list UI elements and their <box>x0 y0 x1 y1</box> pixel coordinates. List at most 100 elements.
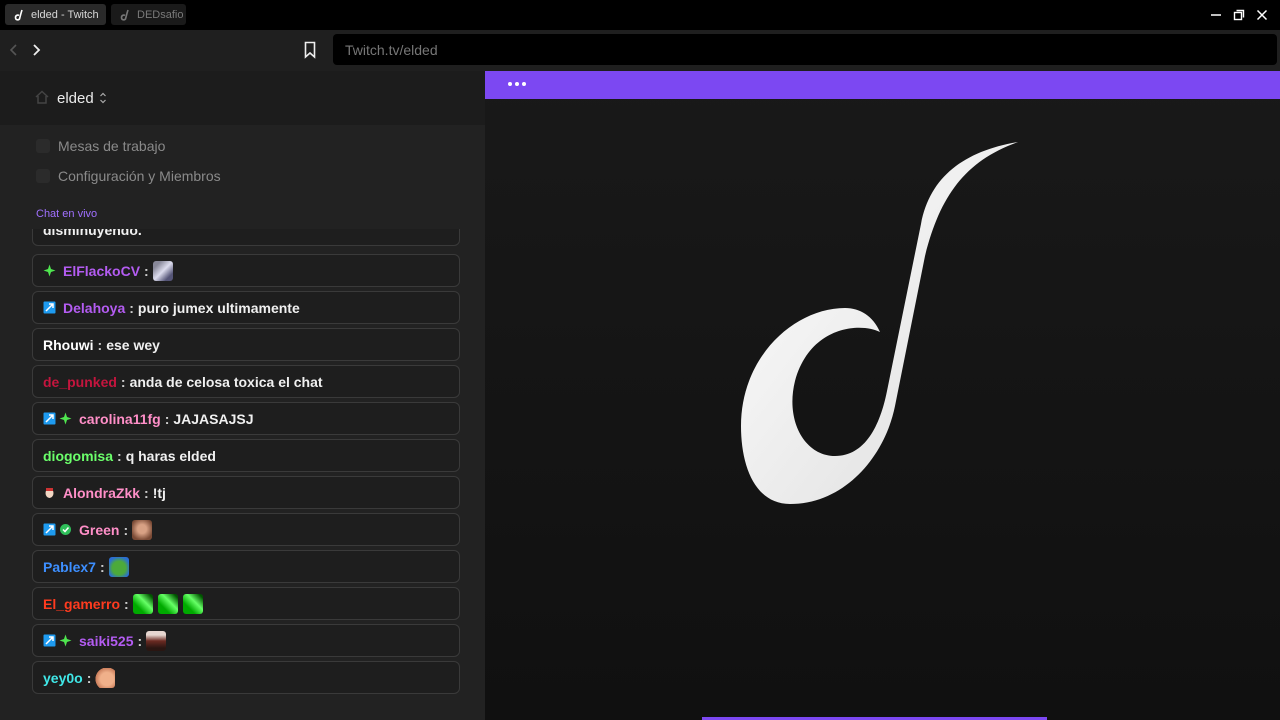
workspace-icon <box>36 139 50 153</box>
emote-hand <box>95 667 116 688</box>
chat-username[interactable]: AlondraZkk <box>63 485 140 501</box>
chat-username[interactable]: yey0o <box>43 670 83 686</box>
badges <box>43 523 75 536</box>
address-bar[interactable]: Twitch.tv/elded <box>333 34 1277 65</box>
navigation-bar: Twitch.tv/elded <box>0 30 1280 71</box>
elded-logo-icon <box>120 9 129 21</box>
chat-message: Rhouwi : ese wey <box>32 328 460 361</box>
elded-logo <box>741 142 1018 504</box>
chat-separator: : <box>144 262 149 279</box>
chat-username[interactable]: Pablex7 <box>43 559 96 575</box>
emote-figure <box>152 260 173 281</box>
chat-text: JAJASAJSJ <box>173 410 254 427</box>
chat-list[interactable]: disminuyendo. ElFlackoCV : Delahoya : pu… <box>32 229 460 699</box>
chat-message: de_punked : anda de celosa toxica el cha… <box>32 365 460 398</box>
sidebar: elded Mesas de trabajo Configuración y M… <box>0 71 485 720</box>
emote-pepe <box>108 556 129 577</box>
chat-text: ese wey <box>106 336 160 353</box>
player-top-bar <box>485 71 1280 99</box>
badges <box>43 486 59 499</box>
chat-username[interactable]: saiki525 <box>79 633 134 649</box>
prime-badge-icon <box>43 634 56 647</box>
chat-message: carolina11fg : JAJASAJSJ <box>32 402 460 435</box>
back-button[interactable] <box>4 40 24 60</box>
emote-green <box>182 593 203 614</box>
chevron-right-icon <box>33 44 41 56</box>
minimize-button[interactable] <box>1206 5 1226 25</box>
cup-badge-icon <box>45 488 54 498</box>
close-button[interactable] <box>1252 5 1272 25</box>
menu-item-mesas[interactable]: Mesas de trabajo <box>36 135 165 157</box>
chat-heading: Chat en vivo <box>36 208 98 220</box>
chat-message: disminuyendo. <box>32 229 460 246</box>
emote-photo <box>146 630 167 651</box>
title-bar: elded - Twitch DEDsafio <box>0 0 1280 30</box>
chat-username[interactable]: Green <box>79 522 119 538</box>
home-icon[interactable] <box>34 89 50 105</box>
tab-label: DEDsafio <box>137 8 184 21</box>
elded-logo-icon <box>14 9 23 21</box>
chat-text: puro jumex ultimamente <box>137 299 300 316</box>
chat-username[interactable]: Rhouwi <box>43 337 94 353</box>
prime-badge-icon <box>43 412 56 425</box>
chat-separator: : <box>99 558 105 575</box>
chat-separator: : <box>129 299 134 316</box>
tab-label: elded - Twitch <box>31 8 99 21</box>
chat-text: disminuyendo. <box>43 229 142 238</box>
sparkle-badge-icon <box>59 634 72 647</box>
chat-separator: : <box>144 484 149 501</box>
chat-message: El_gamerro : <box>32 587 460 620</box>
chat-username[interactable]: Delahoya <box>63 300 125 316</box>
chat-username[interactable]: diogomisa <box>43 448 113 464</box>
tab-elded-twitch[interactable]: elded - Twitch <box>5 4 106 25</box>
chevron-left-icon <box>9 44 17 56</box>
bookmark-button[interactable] <box>300 39 320 61</box>
minimize-icon <box>1211 14 1221 16</box>
chat-separator: : <box>124 595 129 612</box>
chat-username[interactable]: de_punked <box>43 374 117 390</box>
chat-username[interactable]: ElFlackoCV <box>63 263 140 279</box>
chat-message: yey0o : <box>32 661 460 694</box>
chat-message: saiki525 : <box>32 624 460 657</box>
channel-selector[interactable]: elded <box>57 90 94 107</box>
stream-player[interactable] <box>485 71 1280 720</box>
restore-button[interactable] <box>1229 5 1249 25</box>
more-dots-icon[interactable] <box>507 80 527 88</box>
menu-item-label: Configuración y Miembros <box>58 168 221 184</box>
chat-text: anda de celosa toxica el chat <box>129 373 323 390</box>
chat-username[interactable]: El_gamerro <box>43 596 120 612</box>
badges <box>43 412 75 425</box>
url-text: Twitch.tv/elded <box>345 41 438 58</box>
bookmark-icon <box>304 41 316 59</box>
prime-badge-icon <box>43 301 56 314</box>
menu-item-configuracion[interactable]: Configuración y Miembros <box>36 165 221 187</box>
settings-icon <box>36 169 50 183</box>
chat-separator: : <box>120 373 126 390</box>
chat-message: Delahoya : puro jumex ultimamente <box>32 291 460 324</box>
emote-green <box>157 593 178 614</box>
verified-badge-icon <box>60 524 71 535</box>
sparkle-badge-icon <box>43 264 56 277</box>
chat-separator: : <box>123 521 129 538</box>
chat-message: ElFlackoCV : <box>32 254 460 287</box>
chat-message: Green : <box>32 513 460 546</box>
chat-text: q haras elded <box>125 447 216 464</box>
badges <box>43 634 75 647</box>
chat-message: diogomisa : q haras elded <box>32 439 460 472</box>
chat-message: AlondraZkk : !tj <box>32 476 460 509</box>
chat-separator: : <box>97 336 103 353</box>
prime-badge-icon <box>43 523 56 536</box>
chat-username[interactable]: carolina11fg <box>79 411 161 427</box>
badges <box>43 301 59 314</box>
chat-separator: : <box>117 447 122 464</box>
chat-text: !tj <box>152 484 166 501</box>
sparkle-badge-icon <box>59 412 72 425</box>
tab-dedsafio[interactable]: DEDsafio <box>111 4 186 25</box>
chat-separator: : <box>164 410 170 427</box>
emote-face <box>132 519 153 540</box>
forward-button[interactable] <box>26 40 46 60</box>
badges <box>43 264 59 277</box>
chat-message: Pablex7 : <box>32 550 460 583</box>
chevron-up-down-icon[interactable] <box>98 91 108 105</box>
emote-green <box>132 593 153 614</box>
